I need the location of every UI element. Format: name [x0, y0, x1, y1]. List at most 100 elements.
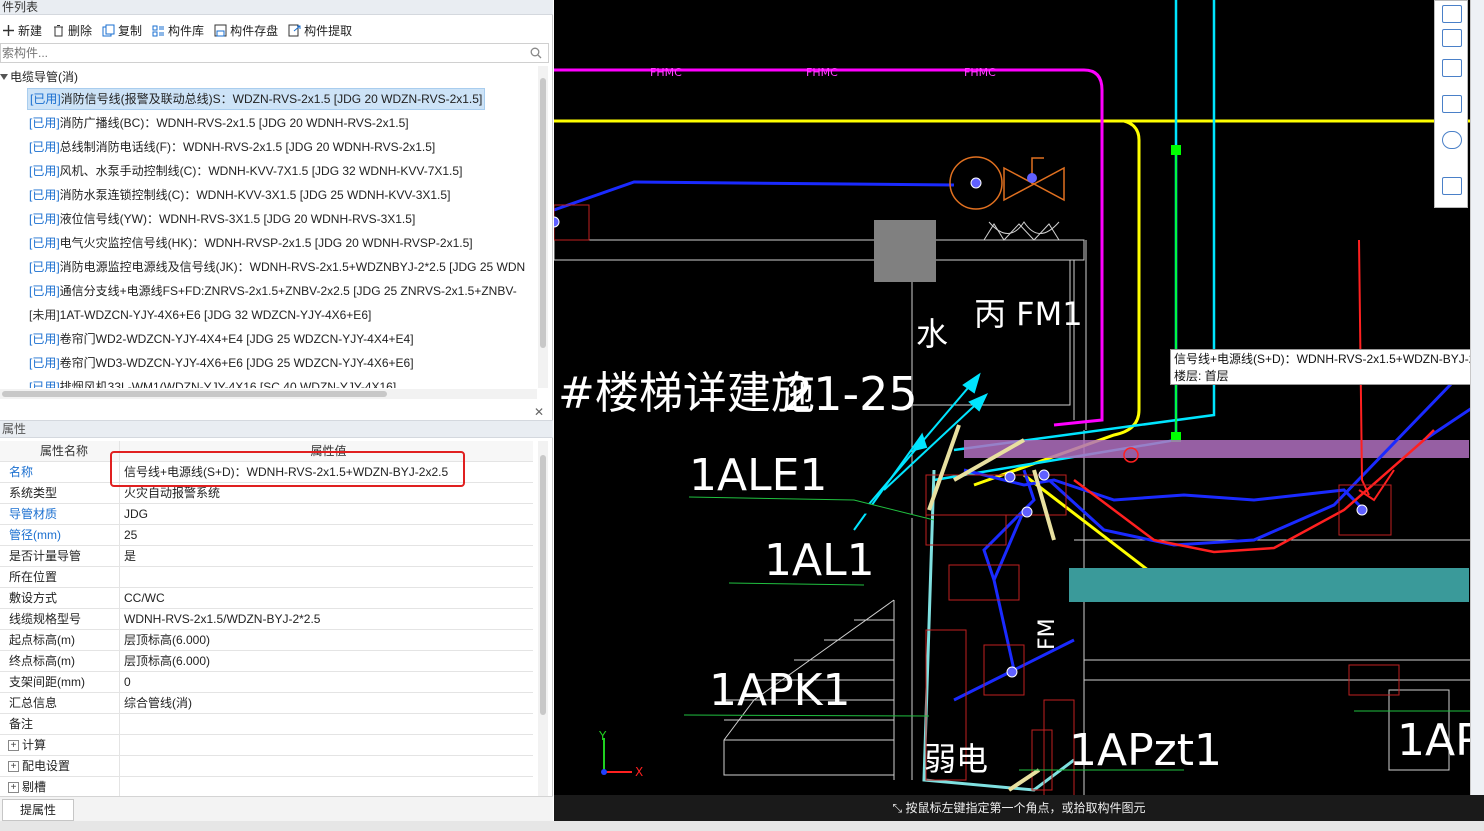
axis-x-label: X — [635, 765, 643, 779]
highlight-box — [110, 451, 465, 487]
property-row[interactable]: 起点标高(m) 层顶标高(6.000) — [0, 630, 533, 651]
tree-item[interactable]: [已用]消防水泵连锁控制线(C)：WDNH-KVV-3X1.5 [JDG 25 … — [0, 184, 537, 208]
tree-item-content: [未用]1AT-WDZCN-YJY-4X6+E6 [JDG 32 WDZCN-Y… — [27, 304, 373, 326]
cad-drawing[interactable]: #楼梯详建施 21-25 1ALE1 1AL1 1APK1 1APzt1 1AP… — [554, 0, 1484, 831]
cube-icon[interactable] — [1442, 59, 1462, 77]
property-value[interactable] — [120, 777, 533, 797]
tree-item[interactable]: [未用]1AT-WDZCN-YJY-4X6+E6 [JDG 32 WDZCN-Y… — [0, 304, 537, 328]
property-value[interactable]: 0 — [120, 672, 533, 692]
property-value[interactable]: 层顶标高(6.000) — [120, 630, 533, 650]
copy-button[interactable]: 复制 — [102, 22, 142, 39]
tree-item-label: 消防广播线(BC)：WDNH-RVS-2x1.5 [JDG 20 WDNH-RV… — [59, 116, 409, 130]
collapse-triangle-icon[interactable] — [0, 73, 8, 81]
tree-item[interactable]: [已用]电气火灾监控信号线(HK)：WDNH-RVSP-2x1.5 [JDG 2… — [0, 232, 537, 256]
search-icon[interactable] — [530, 47, 542, 59]
close-icon[interactable]: ✕ — [534, 405, 544, 419]
property-row[interactable]: + 剔槽 — [0, 777, 533, 798]
tree-item-content: [已用]总线制消防电话线(F)：WDNH-RVS-2x1.5 [JDG 20 W… — [27, 136, 437, 158]
property-row[interactable]: + 计算 — [0, 735, 533, 756]
tree-item[interactable]: [已用]通信分支线+电源线FS+FD:ZNRVS-2x1.5+ZNBV-2x2.… — [0, 280, 537, 304]
orbit-icon[interactable] — [1442, 131, 1462, 149]
property-row[interactable]: 管径(mm) 25 — [0, 525, 533, 546]
property-name: 汇总信息 — [0, 693, 120, 713]
tree-root-node[interactable]: 电缆导管(消) — [0, 66, 537, 88]
tree-item-label: 液位信号线(YW)：WDNH-RVS-3X1.5 [JDG 20 WDNH-RV… — [59, 212, 416, 226]
solid-cube-icon[interactable] — [1442, 95, 1462, 113]
property-value[interactable] — [120, 714, 533, 734]
label-fhmc-3: FHMC — [964, 66, 996, 79]
tree-item[interactable]: [已用]卷帘门WD2-WDZCN-YJY-4X4+E4 [JDG 25 WDZC… — [0, 328, 537, 352]
tab-properties[interactable]: 提属性 — [2, 799, 74, 821]
tree-item[interactable]: [已用]卷帘门WD3-WDZCN-YJY-4X6+E6 [JDG 25 WDZC… — [0, 352, 537, 376]
new-button[interactable]: 新建 — [2, 22, 42, 39]
tree-item[interactable]: [已用]总线制消防电话线(F)：WDNH-RVS-2x1.5 [JDG 20 W… — [0, 136, 537, 160]
tree-vertical-scrollbar[interactable] — [538, 66, 548, 388]
property-name: 名称 — [0, 462, 120, 482]
tree-item[interactable]: [已用]液位信号线(YW)：WDNH-RVS-3X1.5 [JDG 20 WDN… — [0, 208, 537, 232]
tree-item-label: 卷帘门WD3-WDZCN-YJY-4X6+E6 [JDG 25 WDZCN-YJ… — [59, 356, 414, 370]
property-row[interactable]: 导管材质 JDG — [0, 504, 533, 525]
save-label: 构件存盘 — [230, 23, 279, 38]
property-row[interactable]: 线缆规格型号 WDNH-RVS-2x1.5/WDZN-BYJ-2*2.5 — [0, 609, 533, 630]
property-row[interactable]: 所在位置 — [0, 567, 533, 588]
save-component-button[interactable]: 构件存盘 — [214, 22, 278, 39]
tree-item-content: [已用]排烟风机33L-WM1(WDZN-YJY-4X16 [SC 40 WDZ… — [27, 376, 398, 388]
property-value[interactable]: 层顶标高(6.000) — [120, 651, 533, 671]
command-prompt-text: 按鼠标左键指定第一个角点，或拾取构件图元 — [905, 801, 1146, 815]
tree-item-content: [已用]消防电源监控电源线及信号线(JK)：WDNH-RVS-2x1.5+WDZ… — [27, 256, 527, 278]
property-row[interactable]: 支架间距(mm) 0 — [0, 672, 533, 693]
property-value[interactable]: WDNH-RVS-2x1.5/WDZN-BYJ-2*2.5 — [120, 609, 533, 629]
usage-tag: [已用] — [29, 236, 60, 250]
label-fhmc-2: FHMC — [806, 66, 838, 79]
property-name-text: 计算 — [22, 738, 47, 752]
property-value[interactable]: 是 — [120, 546, 533, 566]
properties-title: 属性 — [0, 420, 553, 438]
rotate-view-icon[interactable] — [1442, 5, 1462, 23]
property-row[interactable]: 是否计量导管 是 — [0, 546, 533, 567]
property-value[interactable] — [120, 735, 533, 755]
tree-item[interactable]: [已用]消防广播线(BC)：WDNH-RVS-2x1.5 [JDG 20 WDN… — [0, 112, 537, 136]
scroll-thumb[interactable] — [540, 455, 546, 715]
scroll-thumb[interactable] — [540, 78, 546, 348]
expand-icon[interactable]: + — [8, 740, 19, 752]
tree-item[interactable]: [已用]排烟风机33L-WM1(WDZN-YJY-4X16 [SC 40 WDZ… — [0, 376, 537, 388]
expand-icon[interactable]: + — [8, 761, 19, 773]
property-name: 系统类型 — [0, 483, 120, 503]
property-row[interactable]: 敷设方式 CC/WC — [0, 588, 533, 609]
property-row[interactable]: 汇总信息 综合管线(消) — [0, 693, 533, 714]
library-button[interactable]: 构件库 — [152, 22, 204, 39]
property-value[interactable] — [120, 567, 533, 587]
extract-button[interactable]: 构件提取 — [288, 22, 352, 39]
3d-view-icon[interactable] — [1442, 29, 1462, 47]
tree-item[interactable]: [已用]消防电源监控电源线及信号线(JK)：WDNH-RVS-2x1.5+WDZ… — [0, 256, 537, 280]
delete-button[interactable]: 删除 — [52, 22, 92, 39]
properties-scrollbar[interactable] — [538, 441, 548, 796]
tree-item[interactable]: [已用]消防信号线(报警及联动总线)S：WDZN-RVS-2x1.5 [JDG … — [0, 88, 537, 112]
new-icon — [3, 24, 14, 36]
property-name: 备注 — [0, 714, 120, 734]
property-name: + 配电设置 — [0, 756, 120, 776]
tree-item[interactable]: [已用]风机、水泵手动控制线(C)：WDNH-KVV-7X1.5 [JDG 32… — [0, 160, 537, 184]
property-row[interactable]: + 配电设置 — [0, 756, 533, 777]
scroll-thumb[interactable] — [2, 391, 387, 397]
property-row[interactable]: 备注 — [0, 714, 533, 735]
equipment-block[interactable] — [874, 220, 936, 282]
tree-root-label: 电缆导管(消) — [10, 70, 78, 84]
drawing-canvas[interactable]: #楼梯详建施 21-25 1ALE1 1AL1 1APK1 1APzt1 1AP… — [554, 0, 1484, 831]
properties-icon[interactable] — [1442, 177, 1462, 195]
tree-horizontal-scrollbar[interactable] — [0, 389, 537, 399]
property-value[interactable] — [120, 756, 533, 776]
search-input[interactable] — [1, 44, 521, 62]
expand-icon[interactable]: + — [8, 782, 19, 794]
property-value[interactable]: 25 — [120, 525, 533, 545]
view-toolbar — [1434, 0, 1468, 208]
property-value[interactable]: JDG — [120, 504, 533, 524]
property-value[interactable]: 综合管线(消) — [120, 693, 533, 713]
property-name: 是否计量导管 — [0, 546, 120, 566]
property-name-text: 系统类型 — [9, 486, 58, 500]
trash-icon — [54, 24, 64, 36]
property-value[interactable]: CC/WC — [120, 588, 533, 608]
usage-tag: [已用] — [29, 212, 60, 226]
property-row[interactable]: 终点标高(m) 层顶标高(6.000) — [0, 651, 533, 672]
tree-item-content: [已用]消防水泵连锁控制线(C)：WDNH-KVV-3X1.5 [JDG 25 … — [27, 184, 452, 206]
